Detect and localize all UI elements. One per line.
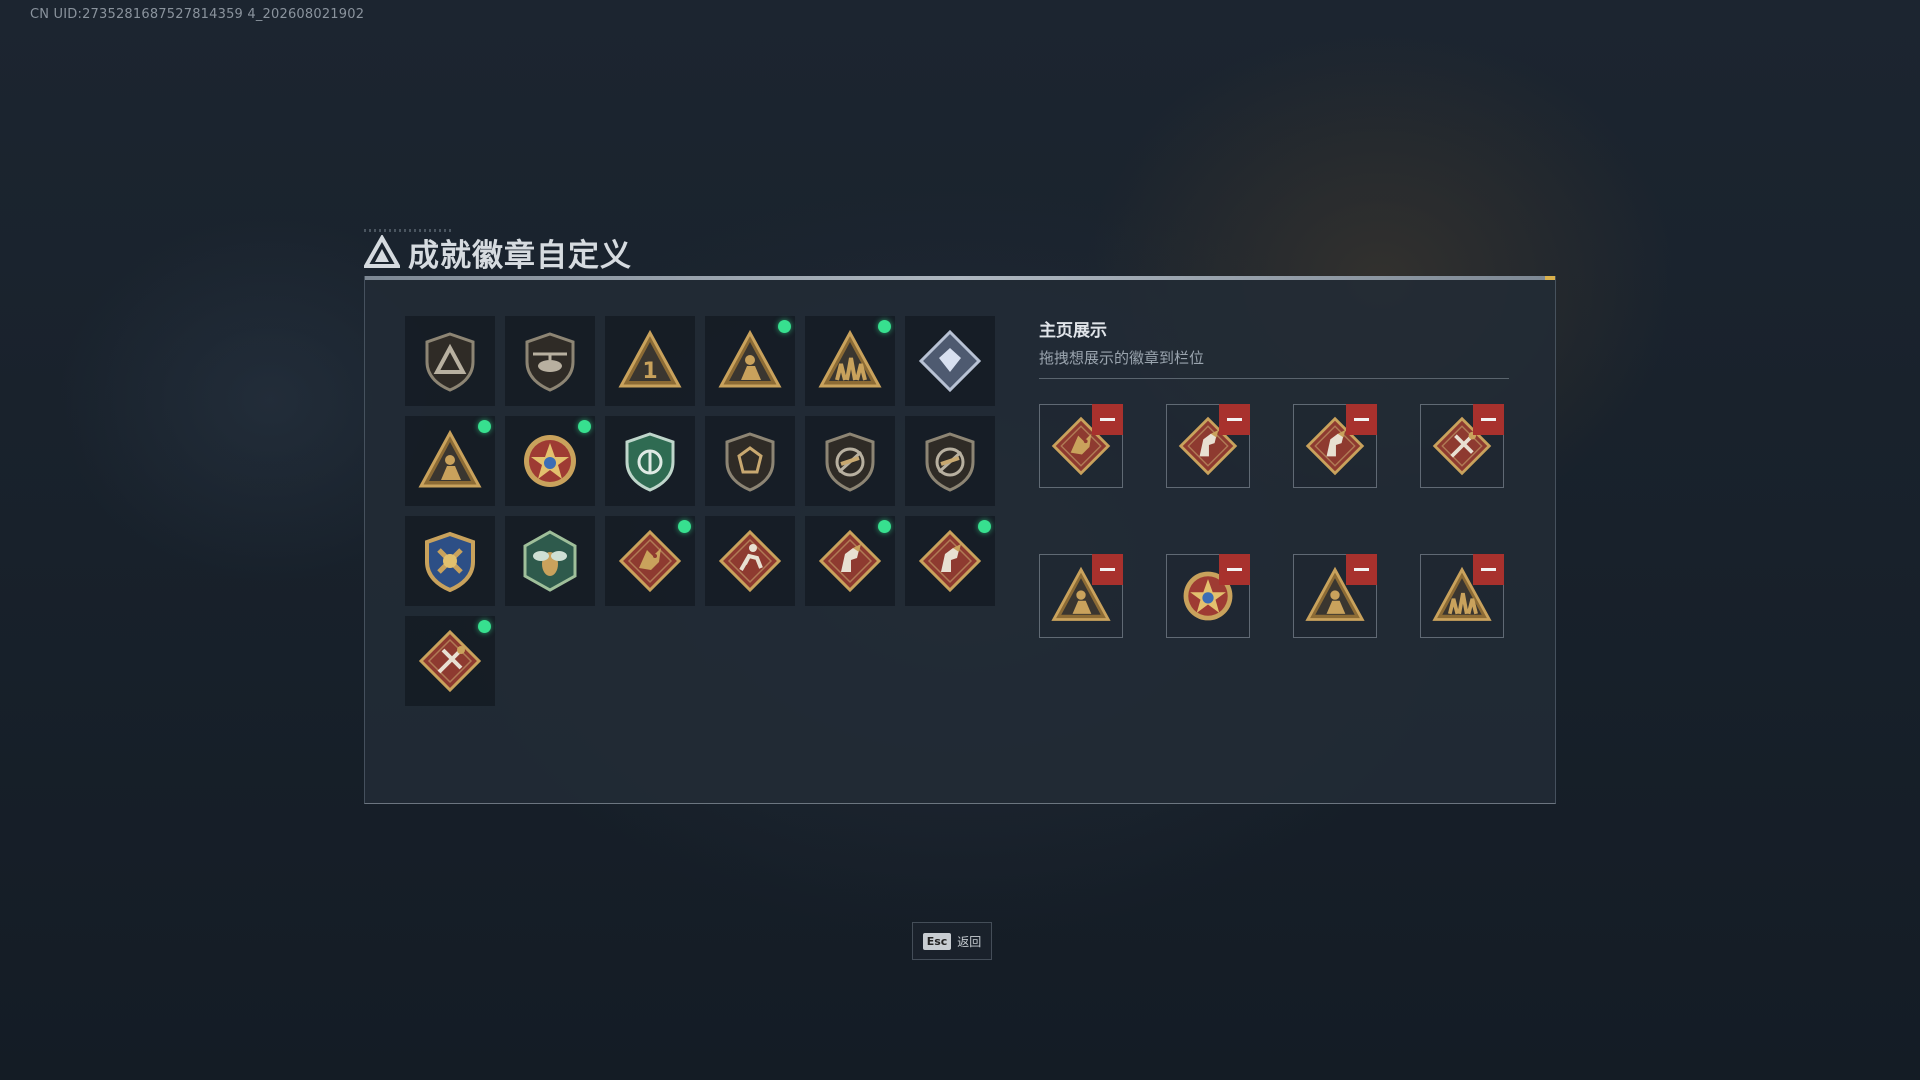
back-label: 返回 (957, 934, 982, 949)
green-shield-icon (625, 432, 675, 492)
squad-triangle-icon (818, 329, 882, 388)
kneeling-soldier-triangle-icon (718, 329, 782, 388)
badge-cell[interactable] (905, 416, 995, 506)
no-rifle-shield-icon (825, 432, 875, 492)
page-title: 成就徽章自定义 (408, 237, 632, 274)
esc-key-hint: Esc (922, 932, 952, 950)
dragon-diamond-icon (618, 529, 682, 593)
showcase-subtitle: 拖拽想展示的徽章到栏位 (1039, 349, 1205, 367)
showcase-slot[interactable] (1166, 554, 1250, 638)
showcase-slot[interactable] (1420, 554, 1504, 638)
badge-customize-panel: 1 主页展示 拖拽想展示的徽章到栏位 (364, 276, 1556, 804)
new-indicator-dot (478, 420, 491, 433)
remove-badge-button[interactable] (1473, 554, 1504, 585)
badge-cell[interactable] (805, 316, 895, 406)
tools-diamond-icon (418, 629, 482, 693)
remove-badge-button[interactable] (1219, 554, 1250, 585)
badge-cell[interactable] (805, 516, 895, 606)
helicopter-shield-icon (525, 332, 575, 392)
remove-badge-button[interactable] (1092, 554, 1123, 585)
badge-cell[interactable] (705, 516, 795, 606)
badge-cell[interactable] (405, 616, 495, 706)
badge-cell[interactable] (505, 416, 595, 506)
remove-badge-button[interactable] (1219, 404, 1250, 435)
badge-cell[interactable] (705, 316, 795, 406)
backpack-soldier-triangle-icon (418, 429, 482, 488)
showcase-title: 主页展示 (1039, 321, 1107, 341)
bee-hexagon-icon (523, 530, 577, 592)
badge-cell[interactable] (705, 416, 795, 506)
showcase-divider (1039, 378, 1509, 379)
new-indicator-dot (678, 520, 691, 533)
showcase-slot[interactable] (1166, 404, 1250, 488)
badge-cell[interactable] (605, 516, 695, 606)
showcase-slot[interactable] (1420, 404, 1504, 488)
rank-one-triangle-icon: 1 (618, 329, 682, 388)
star-medal-icon (524, 435, 576, 487)
badge-grid: 1 (405, 316, 1005, 706)
showcase-slot[interactable] (1293, 404, 1377, 488)
armor-shield-icon (725, 432, 775, 492)
back-button[interactable]: Esc 返回 (912, 922, 992, 960)
crystal-diamond-icon (918, 329, 982, 393)
badge-cell[interactable] (505, 316, 595, 406)
showcase-slot[interactable] (1293, 554, 1377, 638)
badge-cell[interactable]: 1 (605, 316, 695, 406)
runner-diamond-icon (718, 529, 782, 593)
wrench-crest-icon (425, 531, 475, 593)
badge-cell[interactable] (505, 516, 595, 606)
showcase-section: 主页展示 拖拽想展示的徽章到栏位 (1039, 316, 1509, 638)
showcase-slot[interactable] (1039, 404, 1123, 488)
page-header: 成就徽章自定义 (364, 232, 632, 274)
horse-diamond-alt-icon (918, 529, 982, 593)
remove-badge-button[interactable] (1092, 404, 1123, 435)
badge-cell[interactable] (405, 416, 495, 506)
new-indicator-dot (778, 320, 791, 333)
tri-logo-shield-icon (425, 332, 475, 392)
remove-badge-button[interactable] (1473, 404, 1504, 435)
new-indicator-dot (878, 520, 891, 533)
badge-cell[interactable] (405, 316, 495, 406)
badge-cell[interactable] (905, 516, 995, 606)
new-indicator-dot (878, 320, 891, 333)
delta-logo-icon (364, 235, 400, 268)
showcase-slot[interactable] (1039, 554, 1123, 638)
badge-cell[interactable] (405, 516, 495, 606)
badge-cell[interactable] (805, 416, 895, 506)
svg-text:1: 1 (642, 359, 657, 384)
remove-badge-button[interactable] (1346, 554, 1377, 585)
remove-badge-button[interactable] (1346, 404, 1377, 435)
new-indicator-dot (478, 620, 491, 633)
horse-diamond-icon (818, 529, 882, 593)
no-gun-shield-icon (925, 432, 975, 492)
badge-cell[interactable] (605, 416, 695, 506)
panel-top-bar (365, 276, 1555, 280)
badge-cell[interactable] (905, 316, 995, 406)
uid-label: CN UID:2735281687527814359 4_20260802190… (30, 7, 365, 22)
new-indicator-dot (578, 420, 591, 433)
new-indicator-dot (978, 520, 991, 533)
